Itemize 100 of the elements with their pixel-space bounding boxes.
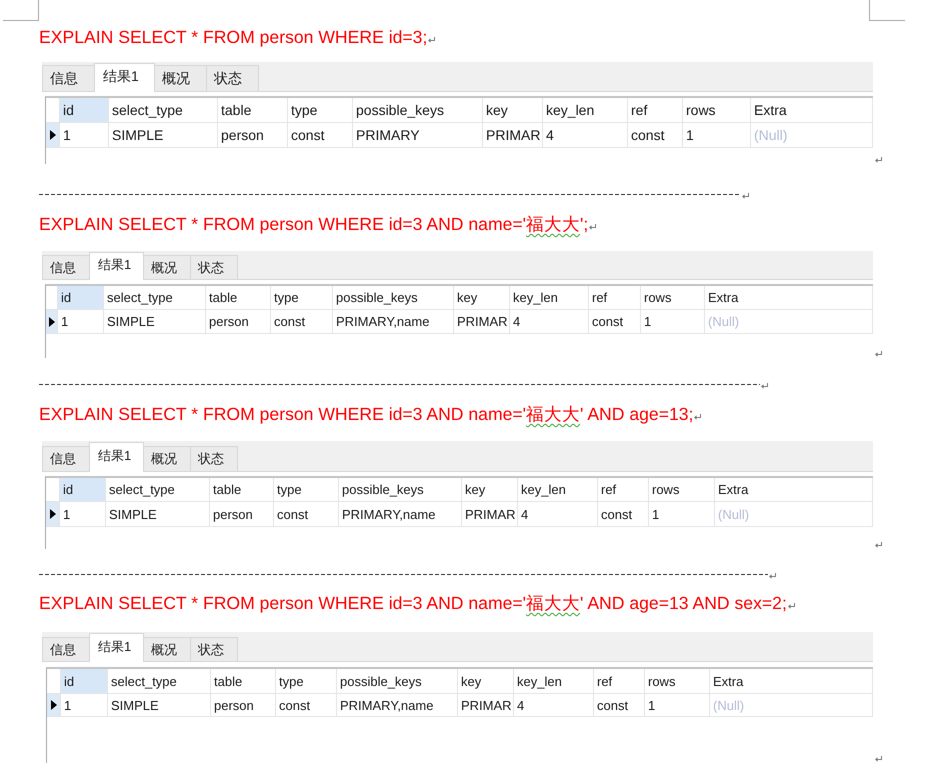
row-indicator[interactable] xyxy=(46,123,60,148)
column-header[interactable]: select_type xyxy=(106,478,210,502)
table-cell: const xyxy=(271,310,333,334)
tab[interactable]: 状态 xyxy=(206,65,259,91)
return-arrow-icon xyxy=(761,382,768,388)
column-header[interactable]: id xyxy=(58,286,104,310)
page-corner-mark xyxy=(3,0,39,21)
tab[interactable]: 结果1 xyxy=(94,63,155,92)
tab[interactable]: 概况 xyxy=(143,255,192,279)
tab[interactable]: 信息 xyxy=(42,255,90,279)
column-header[interactable]: key xyxy=(454,286,510,310)
table-cell: PRIMAR xyxy=(462,502,518,527)
table-cell: 1 xyxy=(60,123,109,148)
column-header[interactable]: key_len xyxy=(518,478,598,502)
table-cell: const xyxy=(628,123,683,148)
column-header[interactable]: key_len xyxy=(543,98,628,123)
table-cell: 1 xyxy=(61,694,108,717)
table-cell: SIMPLE xyxy=(109,123,218,148)
table-cell: 4 xyxy=(514,694,594,717)
column-header[interactable]: key_len xyxy=(510,286,589,310)
table-cell: 1 xyxy=(641,310,705,334)
column-header[interactable]: possible_keys xyxy=(337,669,458,694)
column-header[interactable]: select_type xyxy=(108,669,211,694)
column-header[interactable]: rows xyxy=(641,286,705,310)
column-header[interactable]: type xyxy=(276,669,337,694)
tab[interactable]: 概况 xyxy=(154,65,207,91)
table-cell: const xyxy=(274,502,339,527)
column-header[interactable]: possible_keys xyxy=(353,98,483,123)
table-cell: 4 xyxy=(543,123,628,148)
column-header[interactable]: Extra xyxy=(751,98,873,123)
row-indicator[interactable] xyxy=(47,694,61,717)
column-header[interactable]: select_type xyxy=(104,286,206,310)
row-pointer-icon xyxy=(48,316,54,326)
tab[interactable]: 信息 xyxy=(42,637,90,661)
column-header[interactable]: key xyxy=(458,669,514,694)
tab[interactable]: 概况 xyxy=(143,637,192,661)
table-cell: 1 xyxy=(645,694,710,717)
column-header[interactable]: rows xyxy=(649,478,715,502)
column-header[interactable]: key xyxy=(483,98,543,123)
column-header[interactable]: ref xyxy=(628,98,683,123)
tab[interactable]: 概况 xyxy=(143,446,192,471)
tab[interactable]: 信息 xyxy=(42,65,95,91)
column-header[interactable]: ref xyxy=(598,478,649,502)
tab[interactable]: 结果1 xyxy=(89,633,144,662)
table-cell: 1 xyxy=(58,310,104,334)
column-header[interactable]: key xyxy=(462,478,518,502)
column-header[interactable]: Extra xyxy=(705,286,873,310)
column-header[interactable]: table xyxy=(206,286,271,310)
sql-query: EXPLAIN SELECT * FROM person WHERE id=3 AND name='福大大'; xyxy=(39,213,588,236)
column-header[interactable]: select_type xyxy=(109,98,218,123)
table-cell: PRIMAR xyxy=(454,310,510,334)
column-header[interactable]: type xyxy=(288,98,353,123)
column-header[interactable]: table xyxy=(211,669,276,694)
column-header[interactable]: rows xyxy=(683,98,751,123)
column-header[interactable]: possible_keys xyxy=(339,478,462,502)
table-cell: const xyxy=(276,694,337,717)
column-header[interactable]: table xyxy=(210,478,274,502)
tab[interactable]: 信息 xyxy=(42,446,90,471)
tab[interactable]: 结果1 xyxy=(89,442,144,472)
table-cell: SIMPLE xyxy=(104,310,206,334)
row-pointer-icon xyxy=(50,700,56,710)
table-cell: (Null) xyxy=(710,694,873,717)
column-header[interactable]: Extra xyxy=(715,478,873,502)
return-arrow-icon xyxy=(875,351,882,357)
column-header[interactable]: possible_keys xyxy=(333,286,454,310)
table-cell: (Null) xyxy=(705,310,873,334)
tab[interactable]: 状态 xyxy=(190,637,238,661)
table-cell: (Null) xyxy=(751,123,873,148)
sql-query: EXPLAIN SELECT * FROM person WHERE id=3; xyxy=(39,26,428,49)
column-header[interactable]: id xyxy=(60,98,109,123)
column-header[interactable]: table xyxy=(218,98,288,123)
column-header[interactable]: ref xyxy=(594,669,645,694)
column-header[interactable]: id xyxy=(61,669,108,694)
tab[interactable]: 结果1 xyxy=(89,252,144,280)
tab[interactable]: 状态 xyxy=(190,255,238,279)
sql-query: EXPLAIN SELECT * FROM person WHERE id=3 AND name='福大大' AND age=13 AND sex=2; xyxy=(39,592,787,615)
table-cell: person xyxy=(211,694,276,717)
table-cell: 1 xyxy=(683,123,751,148)
table-cell: PRIMAR xyxy=(483,123,543,148)
return-arrow-icon xyxy=(769,572,776,578)
table-cell: PRIMARY xyxy=(353,123,483,148)
table-cell: 4 xyxy=(518,502,598,527)
tab[interactable]: 状态 xyxy=(190,446,238,471)
row-indicator[interactable] xyxy=(46,502,60,527)
column-header[interactable]: ref xyxy=(589,286,641,310)
row-indicator[interactable] xyxy=(46,310,58,334)
return-arrow-icon xyxy=(589,224,596,230)
column-header[interactable]: type xyxy=(271,286,333,310)
table-cell: person xyxy=(206,310,271,334)
column-header[interactable]: key_len xyxy=(514,669,594,694)
table-cell: PRIMARY,name xyxy=(337,694,458,717)
column-header[interactable]: id xyxy=(60,478,106,502)
sql-query: EXPLAIN SELECT * FROM person WHERE id=3 AND name='福大大' AND age=13; xyxy=(39,403,694,426)
table-cell: SIMPLE xyxy=(106,502,210,527)
header-corner-cell xyxy=(46,286,58,310)
column-header[interactable]: Extra xyxy=(710,669,873,694)
table-cell: PRIMARY,name xyxy=(333,310,454,334)
table-cell: PRIMAR xyxy=(458,694,514,717)
column-header[interactable]: type xyxy=(274,478,339,502)
column-header[interactable]: rows xyxy=(645,669,710,694)
